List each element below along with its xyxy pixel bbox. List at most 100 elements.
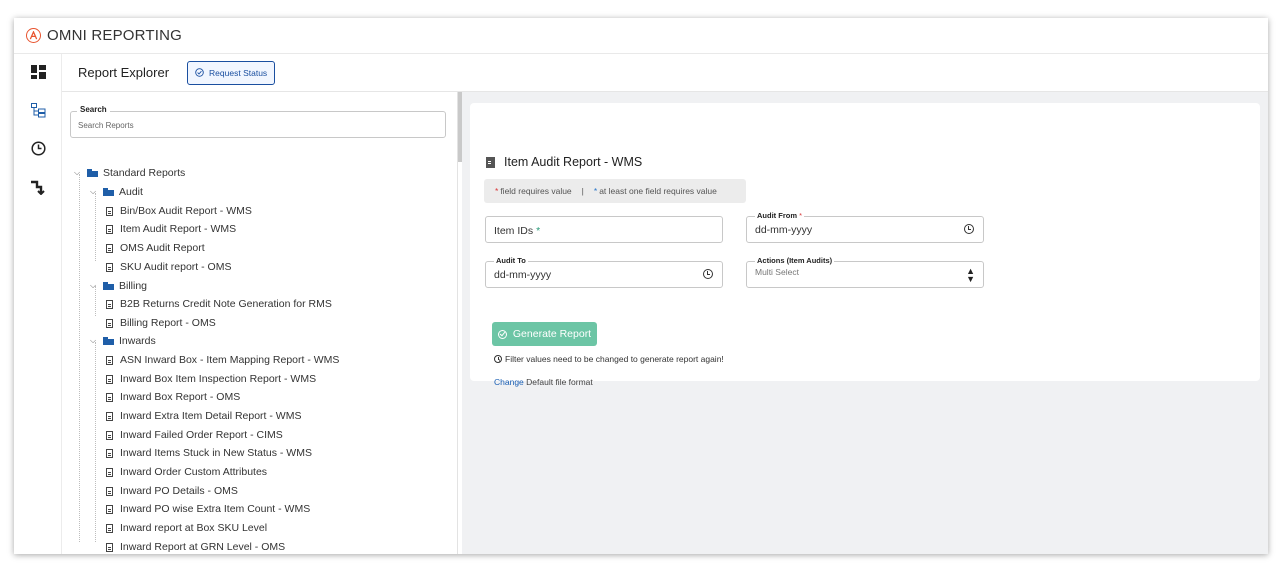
tree-report-item[interactable]: OMS Audit Report	[106, 239, 205, 257]
search-input[interactable]: Search Reports	[78, 121, 134, 130]
report-title: Item Audit Report - WMS	[486, 155, 642, 169]
document-icon	[106, 430, 113, 440]
tree-report-label: B2B Returns Credit Note Generation for R…	[120, 298, 332, 310]
tree-folder-audit[interactable]: ⌵ Audit	[90, 183, 143, 201]
document-icon	[486, 156, 495, 168]
required-star: *	[495, 186, 499, 196]
document-icon	[106, 243, 113, 253]
filter-note: Filter values need to be changed to gene…	[494, 354, 724, 364]
search-field[interactable]: Search Search Reports	[70, 105, 446, 138]
generate-report-label: Generate Report	[512, 328, 592, 340]
document-icon	[106, 355, 113, 365]
document-icon	[106, 299, 113, 309]
tree-report-label: Inward Order Custom Attributes	[120, 466, 268, 478]
tree-report-label: OMS Audit Report	[120, 242, 205, 254]
document-icon	[106, 206, 113, 216]
generate-report-button[interactable]: Generate Report	[492, 322, 597, 346]
tree-report-item[interactable]: Inward Extra Item Detail Report - WMS	[106, 407, 301, 425]
document-icon	[106, 542, 113, 552]
report-explorer-panel: Search Search Reports ⌵ Standard Reports…	[62, 92, 458, 554]
tree-guide-line	[95, 193, 96, 261]
tree-report-item[interactable]: SKU Audit report - OMS	[106, 258, 231, 276]
tree-report-item[interactable]: Billing Report - OMS	[106, 314, 216, 332]
item-ids-input[interactable]: Item IDs *	[494, 225, 540, 237]
info-icon	[494, 355, 502, 363]
audit-from-input[interactable]: dd-mm-yyyy	[755, 224, 812, 236]
document-icon	[106, 392, 113, 402]
check-circle-icon	[497, 329, 507, 339]
tree-report-label: Item Audit Report - WMS	[120, 223, 237, 235]
document-icon	[106, 318, 113, 328]
audit-to-label: Audit To	[494, 256, 528, 265]
tree-report-label: Bin/Box Audit Report - WMS	[120, 205, 252, 217]
filter-note-text: Filter values need to be changed to gene…	[505, 354, 724, 364]
actions-label: Actions (Item Audits)	[755, 256, 835, 265]
document-icon	[106, 262, 113, 272]
document-icon	[106, 504, 113, 514]
tree-report-item[interactable]: Inward Items Stuck in New Status - WMS	[106, 444, 312, 462]
tree-report-label: Inward Report at GRN Level - OMS	[120, 541, 286, 553]
item-ids-field[interactable]: Item IDs *	[485, 216, 723, 243]
chevron-down-icon[interactable]: ⌵	[90, 187, 100, 197]
item-ids-required-mark: *	[536, 225, 541, 237]
tree-folder-billing[interactable]: ⌵ Billing	[90, 277, 147, 295]
report-title-text: Item Audit Report - WMS	[504, 155, 643, 169]
tree-report-item[interactable]: ASN Inward Box - Item Mapping Report - W…	[106, 351, 339, 369]
document-icon	[106, 374, 113, 384]
document-icon	[106, 411, 113, 421]
tree-report-label: Inward Box Item Inspection Report - WMS	[120, 373, 317, 385]
item-ids-label: Item IDs	[494, 225, 534, 237]
default-format-text: Default file format	[526, 377, 593, 387]
tree-report-item[interactable]: Inward Box Item Inspection Report - WMS	[106, 370, 316, 388]
one-of-star: *	[593, 186, 598, 196]
tree-report-label: Billing Report - OMS	[120, 317, 216, 329]
audit-to-field[interactable]: Audit To dd-mm-yyyy	[485, 256, 723, 288]
tree-report-label: Inward Items Stuck in New Status - WMS	[120, 447, 312, 459]
tree-report-item[interactable]: Inward report at Box SKU Level	[106, 519, 267, 537]
tree-folder-label: Standard Reports	[103, 167, 186, 179]
tree-guide-line	[79, 174, 80, 542]
tree-report-item[interactable]: B2B Returns Credit Note Generation for R…	[106, 295, 332, 313]
audit-from-field[interactable]: Audit From * dd-mm-yyyy	[746, 211, 984, 243]
tree-report-item[interactable]: Inward PO wise Extra Item Count - WMS	[106, 500, 310, 518]
tree-report-label: SKU Audit report - OMS	[120, 261, 232, 273]
document-icon	[106, 224, 113, 234]
chevron-down-icon[interactable]: ⌵	[74, 168, 84, 178]
audit-from-label: Audit From *	[755, 211, 805, 220]
tree-report-label: Inward report at Box SKU Level	[120, 522, 268, 534]
tree-report-label: Inward Extra Item Detail Report - WMS	[120, 410, 302, 422]
change-format-link[interactable]: Change	[494, 377, 524, 387]
tree-report-item[interactable]: Item Audit Report - WMS	[106, 220, 236, 238]
tree-report-item[interactable]: Inward Report at GRN Level - OMS	[106, 538, 285, 554]
sort-caret-icon: ▲ ▼	[966, 266, 975, 284]
tree-report-label: Inward PO wise Extra Item Count - WMS	[120, 503, 311, 515]
tree-report-item[interactable]: Inward Order Custom Attributes	[106, 463, 267, 481]
tree-folder-label: Audit	[119, 186, 143, 198]
chevron-down-icon[interactable]: ⌵	[90, 336, 100, 346]
report-form-card: Item Audit Report - WMS * field requires…	[470, 103, 1260, 387]
legend-required-text: field requires value	[500, 186, 572, 196]
chevron-down-icon[interactable]: ⌵	[90, 281, 100, 291]
document-icon	[106, 448, 113, 458]
tree-report-item[interactable]: Inward PO Details - OMS	[106, 482, 238, 500]
tree-report-label: Inward Box Report - OMS	[120, 391, 241, 403]
tree-report-item[interactable]: Inward Box Report - OMS	[106, 388, 240, 406]
search-legend: Search	[77, 105, 110, 114]
tree-folder-label: Inwards	[119, 335, 156, 347]
tree-report-item[interactable]: Inward Failed Order Report - CIMS	[106, 426, 283, 444]
tree-folder-standard-reports[interactable]: ⌵ Standard Reports	[74, 164, 185, 182]
document-icon	[106, 486, 113, 496]
actions-select[interactable]: Actions (Item Audits) Multi Select ▲ ▼	[746, 256, 984, 288]
audit-to-input[interactable]: dd-mm-yyyy	[494, 269, 551, 281]
tree-folder-inwards[interactable]: ⌵ Inwards	[90, 332, 156, 350]
document-icon	[106, 523, 113, 533]
tree-report-item[interactable]: Bin/Box Audit Report - WMS	[106, 202, 252, 220]
clock-icon[interactable]	[703, 269, 713, 279]
clock-icon[interactable]	[964, 224, 974, 234]
actions-placeholder: Multi Select	[755, 267, 799, 277]
default-format-line: Change Default file format	[494, 377, 593, 387]
audit-from-required-mark: *	[799, 211, 803, 220]
tree-report-label: Inward Failed Order Report - CIMS	[120, 429, 283, 441]
folder-open-icon	[87, 169, 98, 177]
audit-from-label-text: Audit From	[757, 211, 797, 220]
